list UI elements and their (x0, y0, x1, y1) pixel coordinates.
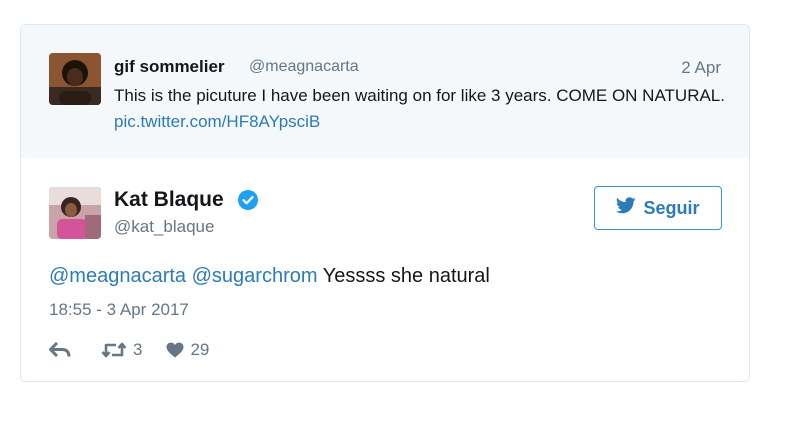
follow-button[interactable]: Seguir (594, 186, 722, 230)
reply-icon (49, 342, 71, 358)
verified-badge-icon (237, 189, 259, 211)
mention-link[interactable]: @meagnacarta (49, 265, 186, 287)
tweet-actions: 3 29 (49, 339, 209, 361)
quoted-tweet[interactable]: gif sommelier @meagnacarta 2 Apr This is… (21, 25, 749, 158)
tweet-timestamp[interactable]: 18:55 - 3 Apr 2017 (49, 300, 189, 320)
quoted-tweet-text: This is the picuture I have been waiting… (114, 83, 734, 135)
like-count: 29 (190, 340, 210, 359)
quoted-tweet-body: This is the picuture I have been waiting… (114, 86, 725, 105)
retweet-button[interactable]: 3 (101, 340, 142, 360)
tweet-text: @meagnacarta @sugarchrom Yessss she natu… (49, 265, 490, 288)
quoted-tweet-media-link[interactable]: pic.twitter.com/HF8AYpsciB (114, 112, 320, 131)
retweet-count: 3 (133, 340, 143, 359)
mention-link[interactable]: @sugarchrom (192, 265, 318, 287)
heart-icon (166, 342, 184, 358)
reply-button[interactable] (49, 342, 71, 358)
tweet-embed-card: gif sommelier @meagnacarta 2 Apr This is… (20, 24, 750, 382)
quoted-author-avatar[interactable] (49, 53, 101, 105)
retweet-icon (101, 342, 127, 358)
like-button[interactable]: 29 (166, 340, 209, 360)
quoted-author-handle[interactable]: @meagnacarta (249, 58, 359, 76)
author-avatar[interactable] (49, 187, 101, 239)
quoted-author-name[interactable]: gif sommelier (114, 57, 225, 77)
follow-button-label: Seguir (643, 197, 700, 218)
tweet-body: Yessss she natural (322, 265, 490, 287)
author-handle[interactable]: @kat_blaque (114, 217, 214, 237)
twitter-bird-icon (616, 197, 637, 219)
quoted-tweet-date[interactable]: 2 Apr (681, 58, 721, 78)
author-name[interactable]: Kat Blaque (114, 188, 224, 212)
